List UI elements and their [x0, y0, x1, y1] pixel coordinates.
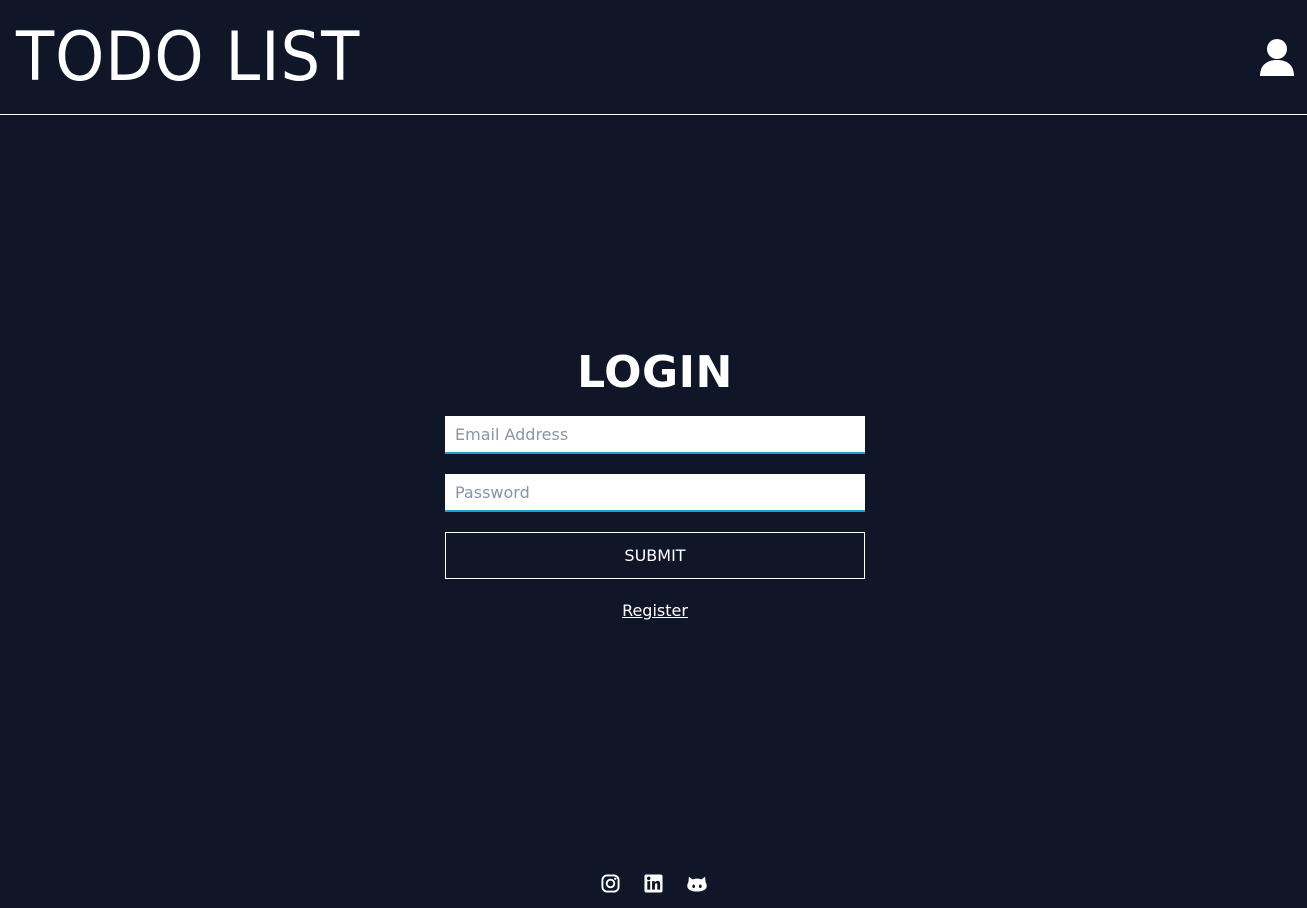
- login-title: LOGIN: [577, 347, 733, 398]
- linkedin-link[interactable]: [644, 872, 664, 894]
- register-link[interactable]: Register: [622, 601, 688, 620]
- user-icon: [1260, 39, 1294, 76]
- instagram-link[interactable]: [601, 872, 621, 894]
- header: TODO LIST: [0, 0, 1307, 115]
- footer: [0, 872, 1307, 896]
- app-title: TODO LIST: [16, 18, 361, 97]
- instagram-icon: [601, 873, 620, 893]
- user-menu-button[interactable]: [1259, 38, 1295, 78]
- register-wrapper: Register: [445, 601, 865, 620]
- password-field[interactable]: [445, 474, 865, 512]
- email-field[interactable]: [445, 416, 865, 454]
- login-form: LOGIN SUBMIT Register: [445, 345, 865, 620]
- github-icon: [686, 876, 707, 892]
- linkedin-icon: [644, 873, 663, 893]
- submit-button[interactable]: SUBMIT: [445, 532, 865, 579]
- github-link[interactable]: [686, 872, 707, 894]
